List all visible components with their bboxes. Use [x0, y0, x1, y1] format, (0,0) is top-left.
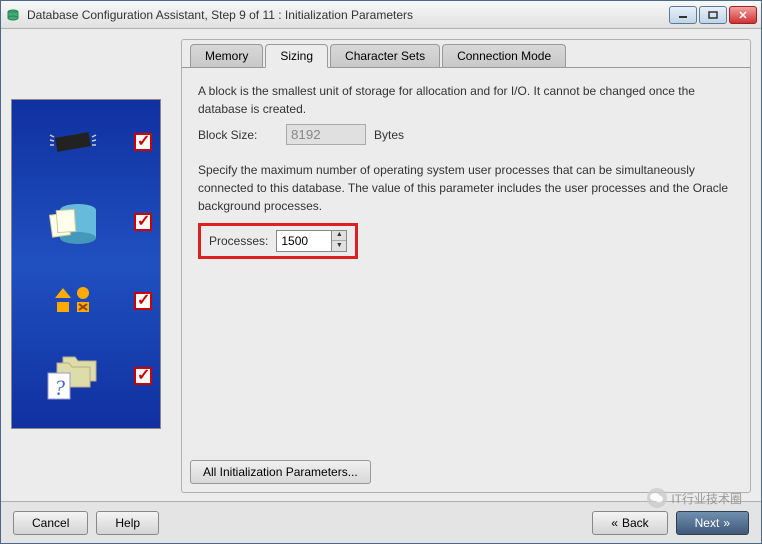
- step-checkmark-icon: [134, 367, 152, 385]
- tab-bar: Memory Sizing Character Sets Connection …: [182, 40, 750, 68]
- titlebar: Database Configuration Assistant, Step 9…: [1, 1, 761, 29]
- maximize-button[interactable]: [699, 6, 727, 24]
- help-button[interactable]: Help: [96, 511, 159, 535]
- next-button[interactable]: Next »: [676, 511, 749, 535]
- step-indicator: [12, 192, 160, 252]
- block-size-description: A block is the smallest unit of storage …: [198, 82, 734, 118]
- block-size-unit: Bytes: [374, 126, 404, 144]
- spinner-up-button[interactable]: ▲: [332, 231, 346, 241]
- tab-sizing[interactable]: Sizing: [265, 44, 328, 68]
- content-area: ? Memory Sizing Character Sets Connectio…: [1, 29, 761, 501]
- watermark: IT行业技术圈: [647, 488, 742, 508]
- all-initialization-parameters-button[interactable]: All Initialization Parameters...: [190, 460, 371, 484]
- chevron-right-icon: »: [723, 516, 730, 530]
- wechat-icon: [647, 488, 667, 508]
- block-size-label: Block Size:: [198, 126, 278, 144]
- block-size-input: [286, 124, 366, 145]
- next-button-label: Next: [695, 516, 720, 530]
- window-title: Database Configuration Assistant, Step 9…: [27, 8, 669, 22]
- spinner-down-button[interactable]: ▼: [332, 241, 346, 251]
- app-icon: [5, 7, 21, 23]
- watermark-text: IT行业技术圈: [671, 490, 742, 507]
- step-checkmark-icon: [134, 292, 152, 310]
- step-indicator: [12, 127, 160, 157]
- processes-spinner: ▲ ▼: [276, 230, 347, 252]
- step-checkmark-icon: [134, 213, 152, 231]
- wizard-progress-image: ?: [11, 99, 161, 429]
- folders-help-icon: ?: [12, 351, 134, 401]
- block-size-row: Block Size: Bytes: [198, 124, 734, 145]
- tab-character-sets[interactable]: Character Sets: [330, 44, 440, 68]
- back-button[interactable]: « Back: [592, 511, 667, 535]
- window-controls: [669, 6, 757, 24]
- main-panel: Memory Sizing Character Sets Connection …: [181, 39, 751, 493]
- tab-connection-mode[interactable]: Connection Mode: [442, 44, 566, 68]
- minimize-button[interactable]: [669, 6, 697, 24]
- processes-label: Processes:: [209, 232, 268, 250]
- step-checkmark-icon: [134, 133, 152, 151]
- wizard-sidebar: ?: [11, 39, 171, 501]
- step-indicator: [12, 286, 160, 316]
- database-files-icon: [12, 192, 134, 252]
- processes-input[interactable]: [276, 230, 332, 252]
- window-frame: Database Configuration Assistant, Step 9…: [0, 0, 762, 544]
- step-indicator: ?: [12, 351, 160, 401]
- processes-description: Specify the maximum number of operating …: [198, 161, 734, 215]
- shapes-icon: [12, 286, 134, 316]
- chip-icon: [12, 127, 134, 157]
- tab-memory[interactable]: Memory: [190, 44, 263, 68]
- cancel-button[interactable]: Cancel: [13, 511, 88, 535]
- close-button[interactable]: [729, 6, 757, 24]
- tab-content-sizing: A block is the smallest unit of storage …: [182, 67, 750, 454]
- chevron-left-icon: «: [611, 516, 618, 530]
- processes-highlight: Processes: ▲ ▼: [198, 223, 358, 259]
- back-button-label: Back: [622, 516, 649, 530]
- svg-text:?: ?: [54, 375, 65, 400]
